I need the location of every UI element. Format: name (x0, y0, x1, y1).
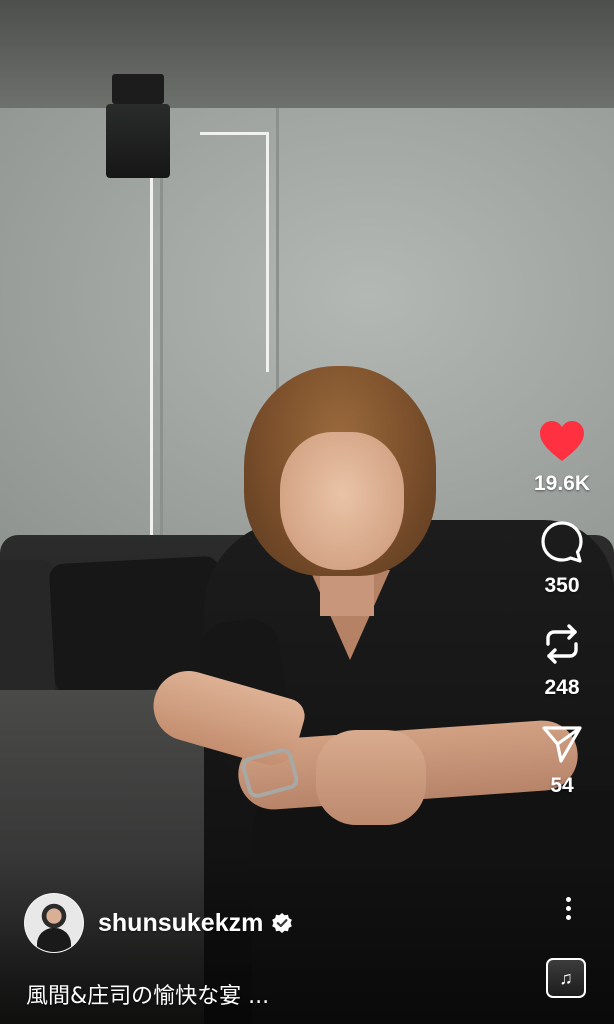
heart-filled-icon (539, 421, 584, 461)
comment-count: 350 (544, 574, 580, 597)
face (280, 432, 404, 570)
audio-thumbnail-icon: ♫ (559, 967, 573, 988)
like-count: 19.6K (533, 472, 591, 495)
repost-icon (546, 624, 578, 664)
more-vertical-icon (565, 896, 571, 902)
username[interactable]: shunsukekzm (98, 909, 263, 938)
caption[interactable]: 風間&庄司の愉快な宴 ... (26, 978, 526, 1010)
comment-button[interactable]: 350 (540, 520, 584, 616)
action-rail: 19.6K 350 248 54 (510, 420, 614, 822)
verified-badge-icon (272, 913, 293, 933)
share-count: 54 (550, 774, 574, 797)
comment-icon (541, 521, 583, 563)
reel-screen[interactable]: 19.6K 350 248 54 ♫ shunsukekzm 風間&庄司の愉快な… (0, 0, 614, 1024)
send-icon (542, 726, 582, 763)
repost-count: 248 (544, 676, 580, 699)
more-dot (565, 914, 571, 920)
more-dot (565, 905, 571, 911)
right-hand (316, 730, 426, 825)
like-button[interactable]: 19.6K (534, 420, 590, 514)
author-row[interactable]: shunsukekzm (24, 893, 293, 953)
repost-button[interactable]: 248 (542, 622, 582, 718)
profile-avatar[interactable] (24, 893, 84, 953)
share-button[interactable]: 54 (541, 724, 583, 816)
more-options-button[interactable] (556, 890, 580, 926)
audio-button[interactable]: ♫ (546, 958, 586, 998)
